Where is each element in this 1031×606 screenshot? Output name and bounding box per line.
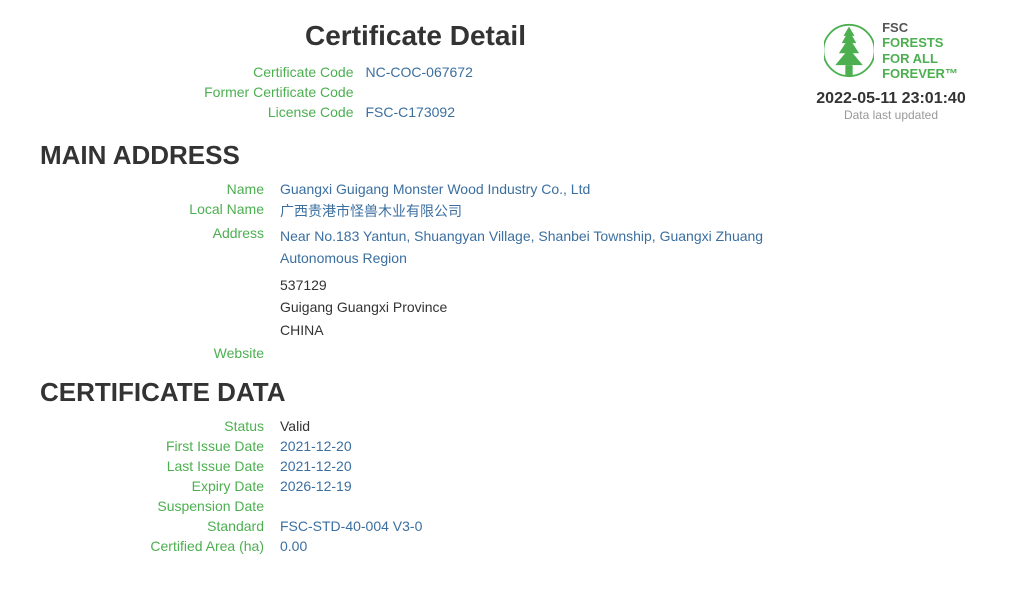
data-last-updated-label: Data last updated	[816, 108, 965, 122]
last-issue-date-label: Last Issue Date	[40, 458, 280, 474]
last-issue-date-row: Last Issue Date 2021-12-20	[40, 458, 991, 474]
expiry-date-row: Expiry Date 2026-12-19	[40, 478, 991, 494]
certificate-data-title: CERTIFICATE DATA	[40, 377, 991, 408]
fsc-tree-icon	[824, 23, 874, 78]
fsc-tagline: FORESTS FOR ALL FOREVER™	[882, 35, 958, 82]
local-name-label: Local Name	[40, 201, 280, 217]
website-label: Website	[40, 345, 280, 361]
main-address-title: MAIN ADDRESS	[40, 140, 991, 171]
address-postal-row: 537129 Guigang Guangxi Province CHINA	[40, 274, 991, 341]
certificate-code-label: Certificate Code	[166, 64, 366, 80]
fsc-label: FSC	[882, 20, 958, 35]
status-value: Valid	[280, 418, 991, 434]
standard-label: Standard	[40, 518, 280, 534]
certificate-data-table: Status Valid First Issue Date 2021-12-20…	[40, 418, 991, 554]
expiry-date-label: Expiry Date	[40, 478, 280, 494]
address-postal-value: 537129 Guigang Guangxi Province CHINA	[280, 274, 991, 341]
fsc-logo-area: FSC FORESTS FOR ALL FOREVER™ 2022-05-11 …	[791, 20, 991, 122]
address-row: Address Near No.183 Yantun, Shuangyan Vi…	[40, 225, 991, 270]
status-row: Status Valid	[40, 418, 991, 434]
name-label: Name	[40, 181, 280, 197]
website-row: Website	[40, 345, 991, 361]
page-title: Certificate Detail	[40, 20, 791, 52]
standard-row: Standard FSC-STD-40-004 V3-0	[40, 518, 991, 534]
last-issue-date-value: 2021-12-20	[280, 458, 991, 474]
certified-area-row: Certified Area (ha) 0.00	[40, 538, 991, 554]
timestamp: 2022-05-11 23:01:40	[816, 90, 965, 108]
address-value: Near No.183 Yantun, Shuangyan Village, S…	[280, 225, 991, 270]
name-row: Name Guangxi Guigang Monster Wood Indust…	[40, 181, 991, 197]
local-name-row: Local Name 广西贵港市怪兽木业有限公司	[40, 201, 991, 221]
main-address-table: Name Guangxi Guigang Monster Wood Indust…	[40, 181, 991, 361]
license-code-value: FSC-C173092	[366, 104, 456, 120]
certified-area-value: 0.00	[280, 538, 991, 554]
first-issue-date-value: 2021-12-20	[280, 438, 991, 454]
former-certificate-code-label: Former Certificate Code	[166, 84, 366, 100]
suspension-date-row: Suspension Date	[40, 498, 991, 514]
first-issue-date-row: First Issue Date 2021-12-20	[40, 438, 991, 454]
address-label: Address	[40, 225, 280, 241]
license-code-label: License Code	[166, 104, 366, 120]
name-value: Guangxi Guigang Monster Wood Industry Co…	[280, 181, 991, 197]
standard-value: FSC-STD-40-004 V3-0	[280, 518, 991, 534]
expiry-date-value: 2026-12-19	[280, 478, 991, 494]
certified-area-label: Certified Area (ha)	[40, 538, 280, 554]
status-label: Status	[40, 418, 280, 434]
local-name-value: 广西贵港市怪兽木业有限公司	[280, 201, 991, 221]
first-issue-date-label: First Issue Date	[40, 438, 280, 454]
suspension-date-label: Suspension Date	[40, 498, 280, 514]
certificate-code-value: NC-COC-067672	[366, 64, 473, 80]
